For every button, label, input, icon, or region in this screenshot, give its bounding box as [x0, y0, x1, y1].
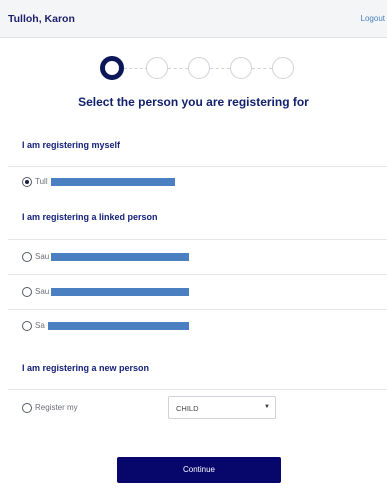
redacted-name [51, 253, 189, 261]
option-label: Sau [35, 287, 50, 296]
radio-selected[interactable] [22, 177, 32, 187]
step-connector [168, 68, 188, 69]
radio-unselected[interactable] [22, 252, 32, 262]
progress-stepper [100, 55, 300, 83]
redacted-name [51, 288, 189, 296]
relationship-select[interactable]: CHILD ▼ [168, 396, 276, 419]
option-linked-1[interactable]: Sau [18, 250, 378, 266]
step-connector [210, 68, 230, 69]
page-title: Select the person you are registering fo… [78, 95, 309, 109]
radio-unselected[interactable] [22, 287, 32, 297]
divider [8, 166, 387, 167]
user-name: Tulloh, Karon [8, 13, 75, 25]
radio-unselected[interactable] [22, 321, 32, 331]
step-3 [188, 57, 210, 79]
section-title-linked: I am registering a linked person [22, 212, 158, 222]
option-label: Register my [35, 403, 78, 412]
option-label: Sa [35, 321, 45, 330]
divider [8, 309, 387, 310]
option-label: Sau [35, 252, 50, 261]
continue-button[interactable]: Continue [117, 457, 281, 483]
redacted-name [51, 178, 175, 186]
divider [8, 389, 387, 390]
divider [8, 274, 387, 275]
step-1-active [100, 56, 124, 80]
radio-unselected[interactable] [22, 403, 32, 413]
option-linked-3[interactable]: Sa [18, 319, 378, 335]
dropdown-caret-icon: ▼ [264, 404, 270, 410]
step-connector [124, 68, 148, 69]
step-5 [272, 57, 294, 79]
section-title-new-person: I am registering a new person [22, 363, 150, 373]
top-header: Tulloh, Karon Logout [0, 0, 387, 38]
logout-link[interactable]: Logout [361, 14, 385, 23]
step-connector [252, 68, 272, 69]
step-4 [230, 57, 252, 79]
option-label: Tull [35, 177, 48, 186]
step-2 [146, 57, 168, 79]
option-myself[interactable]: Tull [18, 175, 378, 191]
select-value: CHILD [176, 404, 199, 413]
option-linked-2[interactable]: Sau [18, 285, 378, 301]
section-title-myself: I am registering myself [22, 140, 121, 150]
redacted-name [48, 322, 189, 330]
divider [8, 239, 387, 240]
